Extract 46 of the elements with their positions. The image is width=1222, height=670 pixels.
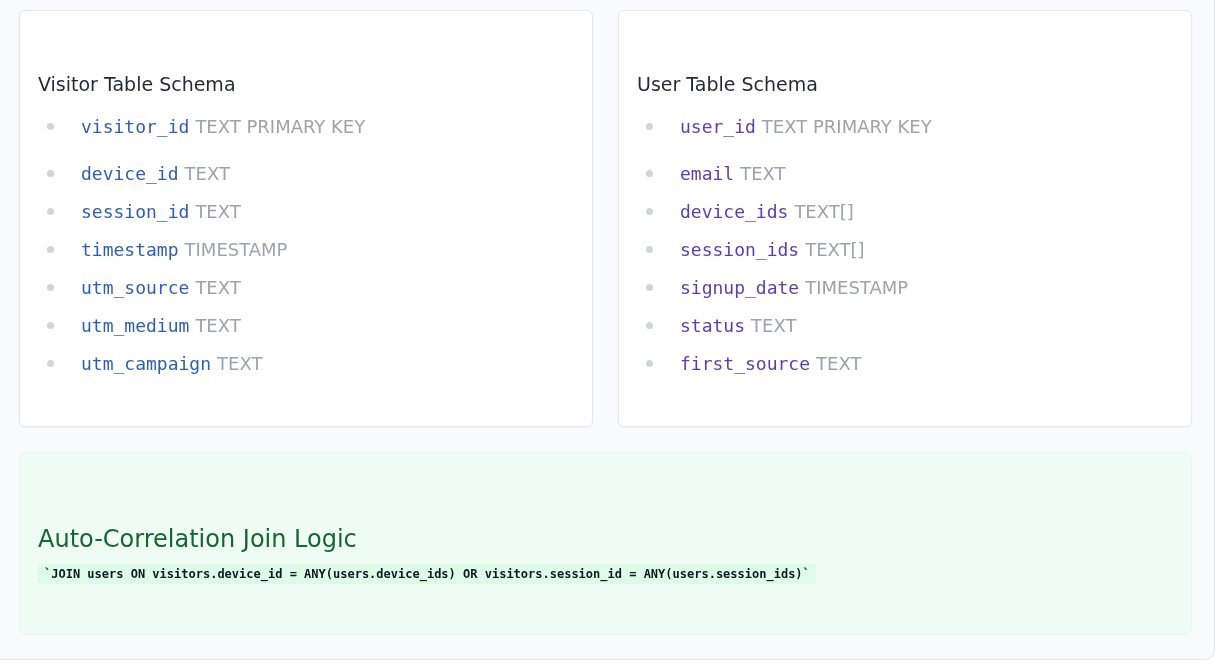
bullet-icon	[47, 321, 54, 329]
field-name: timestamp	[81, 238, 179, 260]
card-title: Visitor Table Schema	[38, 73, 237, 95]
field-type: TEXT	[195, 314, 241, 336]
field-type: TEXT PRIMARY KEY	[761, 115, 932, 137]
bullet-icon	[646, 321, 653, 329]
field-type: TEXT	[195, 200, 241, 222]
field-name: email	[680, 162, 735, 184]
code-snippet: `JOIN users ON visitors.device_id = ANY(users.device_ids) OR visitors.session_id = ANY(users.session_ids)`	[38, 564, 816, 584]
bullet-icon	[47, 283, 54, 291]
bullet-icon	[47, 359, 54, 367]
field-type: TEXT[]	[805, 238, 865, 260]
field-type: TEXT PRIMARY KEY	[195, 115, 366, 137]
bullet-icon	[646, 169, 653, 177]
join-title: Auto-Correlation Join Logic	[38, 525, 358, 553]
field-type: TEXT	[740, 162, 786, 184]
bullet-icon	[646, 359, 653, 367]
field-name: signup_date	[680, 276, 800, 298]
field-type: TEXT[]	[794, 200, 854, 222]
bullet-icon	[47, 245, 54, 253]
field-name: visitor_id	[81, 115, 190, 137]
field-type: TEXT	[184, 162, 230, 184]
bullet-icon	[646, 207, 653, 215]
field-name: utm_source	[81, 276, 190, 298]
field-name: utm_campaign	[81, 352, 212, 374]
bullet-icon	[47, 169, 54, 177]
bullet-icon	[47, 207, 54, 215]
field-name: first_source	[680, 352, 811, 374]
field-name: status	[680, 314, 746, 336]
bullet-icon	[646, 122, 653, 130]
field-name: session_id	[81, 200, 190, 222]
field-type: TIMESTAMP	[805, 276, 909, 298]
bullet-icon	[646, 245, 653, 253]
field-name: session_ids	[680, 238, 800, 260]
field-type: TEXT	[751, 314, 797, 336]
field-type: TEXT	[195, 276, 241, 298]
field-name: user_id	[680, 115, 756, 137]
card-title: User Table Schema	[637, 73, 819, 95]
bullet-icon	[646, 283, 653, 291]
field-type: TEXT	[217, 352, 263, 374]
field-type: TEXT	[816, 352, 862, 374]
field-type: TIMESTAMP	[184, 238, 288, 260]
bullet-icon	[47, 122, 54, 130]
field-name: utm_medium	[81, 314, 190, 336]
field-name: device_ids	[680, 200, 789, 222]
field-name: device_id	[81, 162, 179, 184]
